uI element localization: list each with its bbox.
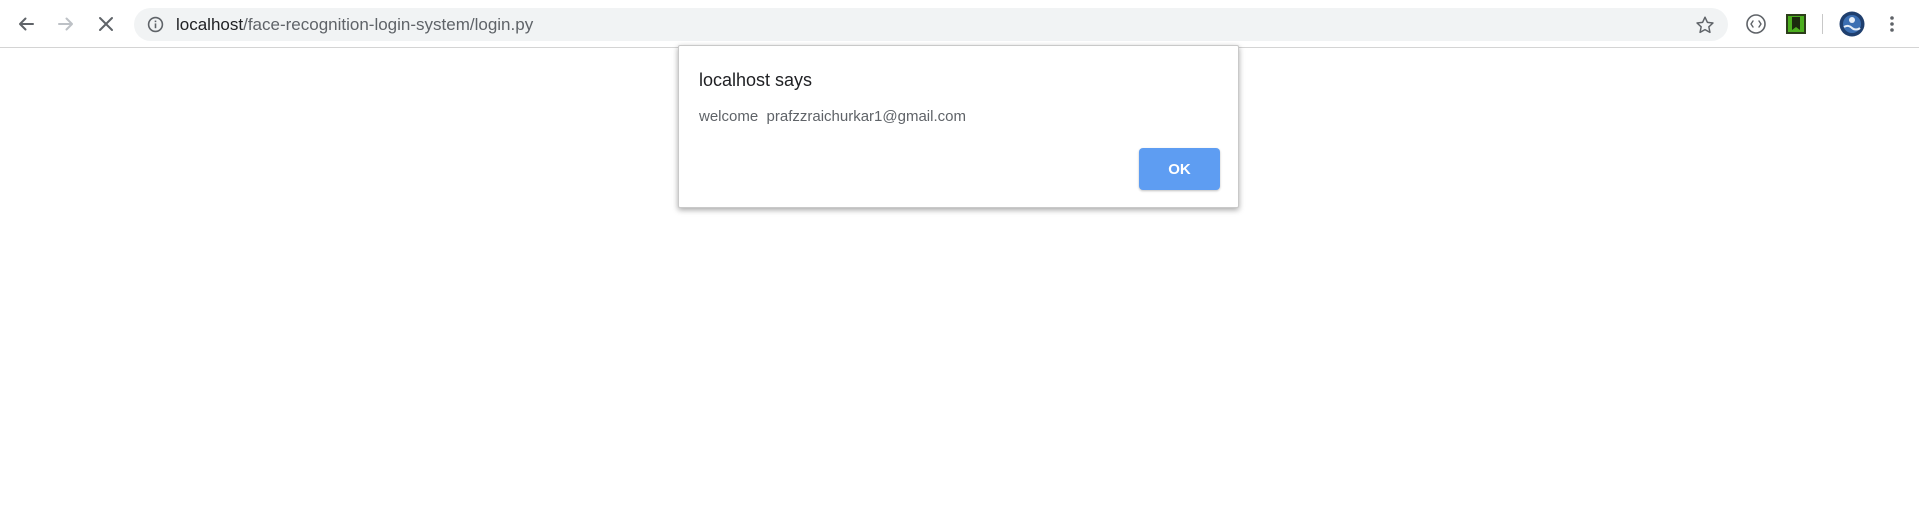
stop-button[interactable]: [90, 8, 122, 40]
browser-toolbar: localhost/face-recognition-login-system/…: [0, 0, 1919, 48]
back-button[interactable]: [10, 8, 42, 40]
forward-button[interactable]: [50, 8, 82, 40]
profile-button[interactable]: [1838, 10, 1866, 38]
menu-button[interactable]: [1880, 12, 1904, 36]
url-host: localhost: [176, 15, 244, 34]
ok-button[interactable]: OK: [1139, 148, 1220, 190]
kebab-menu-icon: [1890, 16, 1894, 32]
url-text[interactable]: localhost/face-recognition-login-system/…: [176, 15, 533, 34]
bookmark-extension-button[interactable]: [1784, 12, 1808, 36]
dialog-title: localhost says: [699, 70, 813, 90]
toolbar-separator: [1822, 14, 1823, 34]
extension-icon: [1746, 14, 1766, 34]
url-path: /face-recognition-login-system/login.py: [243, 15, 534, 34]
dialog-message: welcome prafzzraichurkar1@gmail.com: [699, 108, 966, 125]
back-arrow-icon: [19, 17, 34, 31]
alert-dialog: localhost says welcome prafzzraichurkar1…: [678, 45, 1239, 208]
star-icon[interactable]: [1694, 14, 1716, 36]
stop-loading-icon: [99, 17, 113, 31]
address-bar[interactable]: localhost/face-recognition-login-system/…: [134, 8, 1728, 41]
profile-avatar-icon: [1839, 11, 1865, 37]
bookmark-extension-icon: [1786, 14, 1806, 34]
info-icon[interactable]: [147, 16, 164, 33]
forward-arrow-icon: [58, 17, 73, 31]
extension-button[interactable]: [1744, 12, 1768, 36]
